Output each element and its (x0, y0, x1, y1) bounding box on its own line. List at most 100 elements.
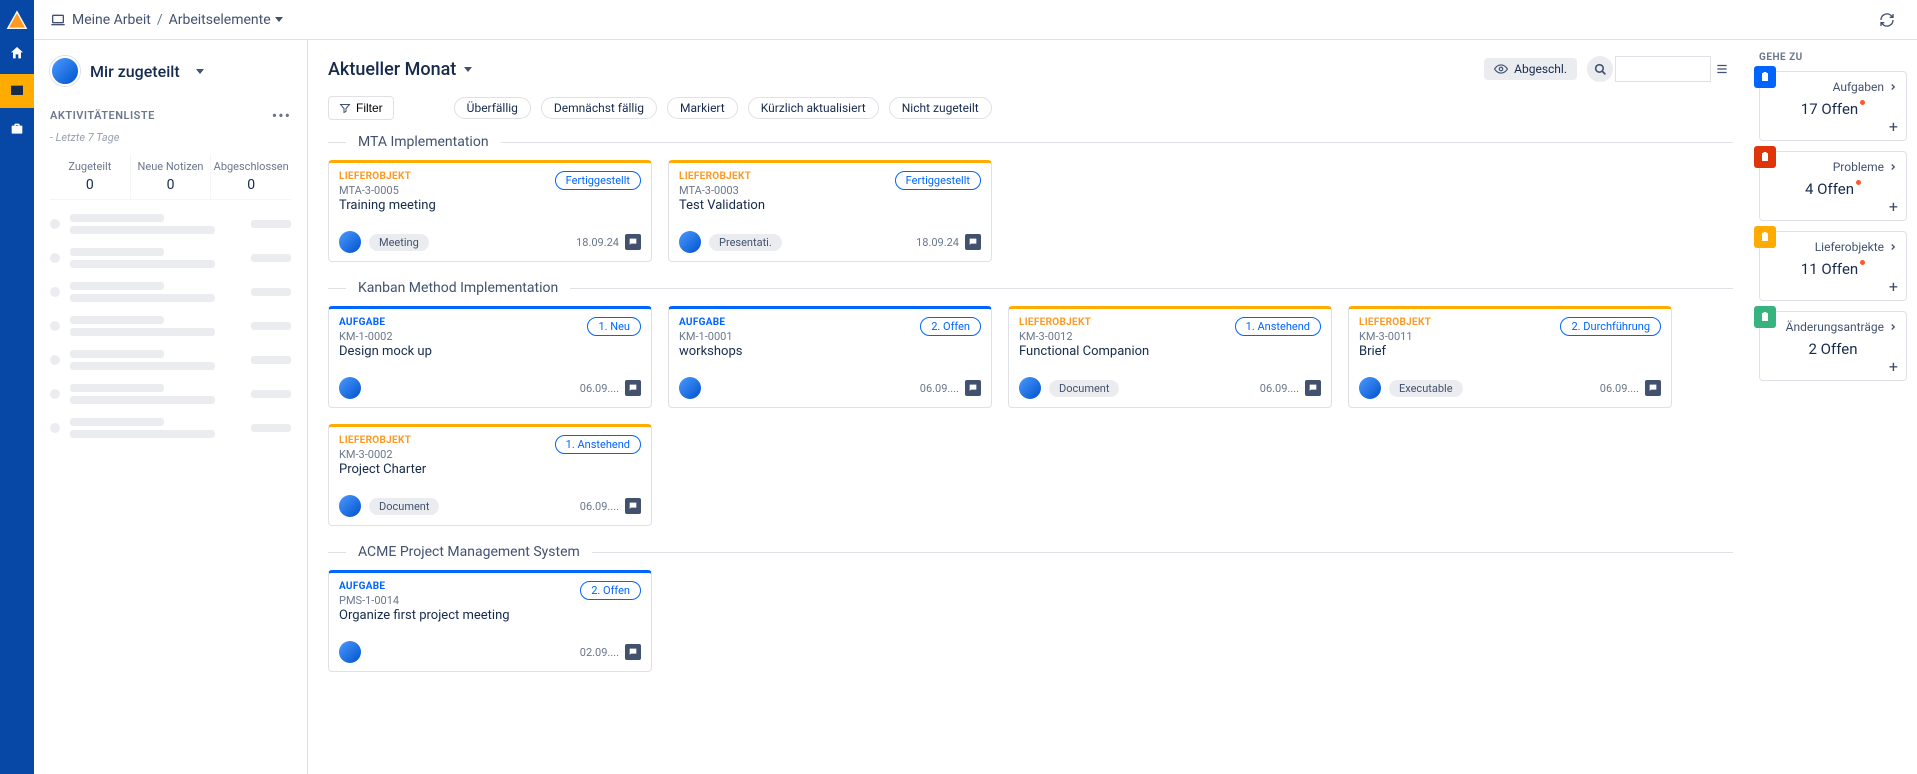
avatar[interactable] (679, 377, 701, 399)
work-item-card[interactable]: AUFGABE KM-1-0001 workshops 2. Offen 06.… (668, 306, 992, 408)
comment-icon[interactable] (625, 234, 641, 250)
breadcrumb-current[interactable]: Arbeitselemente (169, 12, 283, 28)
card-type: AUFGABE (679, 317, 742, 328)
add-button[interactable]: + (1768, 200, 1898, 214)
avatar[interactable] (50, 56, 80, 86)
comment-icon[interactable] (1645, 380, 1661, 396)
breadcrumb-current-label: Arbeitselemente (169, 12, 271, 28)
work-item-card[interactable]: AUFGABE KM-1-0002 Design mock up 1. Neu … (328, 306, 652, 408)
board: Aktueller Monat Abgeschl. (308, 40, 1753, 774)
status-badge: 1. Anstehend (555, 435, 641, 454)
clipboard-icon (1754, 306, 1776, 328)
card-id: MTA-3-0003 (679, 184, 765, 197)
rail-home[interactable] (0, 36, 34, 70)
section: ACME Project Management System AUFGABE P… (328, 544, 1733, 672)
chevron-down-icon[interactable] (196, 69, 204, 74)
refresh-button[interactable] (1873, 6, 1901, 34)
card-id: KM-3-0012 (1019, 330, 1149, 343)
stat-label: Abgeschlossen (211, 160, 291, 173)
avatar[interactable] (679, 231, 701, 253)
goto-name[interactable]: Änderungsanträge (1786, 320, 1898, 334)
more-icon[interactable]: ••• (272, 106, 291, 125)
avatar[interactable] (339, 495, 361, 517)
goto-name[interactable]: Lieferobjekte (1815, 240, 1898, 254)
work-item-card[interactable]: LIEFEROBJEKT MTA-3-0005 Training meeting… (328, 160, 652, 262)
goto-count: 2 Offen (1768, 340, 1898, 358)
add-button[interactable]: + (1768, 280, 1898, 294)
status-badge: 1. Neu (587, 317, 641, 336)
card-title: Brief (1359, 344, 1431, 359)
goto-name[interactable]: Aufgaben (1833, 80, 1898, 94)
card-type: AUFGABE (339, 581, 510, 592)
comment-icon[interactable] (965, 380, 981, 396)
card-date: 18.09.24 (576, 236, 619, 249)
card-title: Design mock up (339, 344, 432, 359)
comment-icon[interactable] (1305, 380, 1321, 396)
status-badge: 1. Anstehend (1235, 317, 1321, 336)
card-id: PMS-1-0014 (339, 594, 510, 607)
activity-skeleton (50, 214, 291, 438)
left-rail (0, 0, 34, 774)
work-item-card[interactable]: LIEFEROBJEKT KM-3-0012 Functional Compan… (1008, 306, 1332, 408)
work-item-card[interactable]: LIEFEROBJEKT KM-3-0002 Project Charter 1… (328, 424, 652, 526)
list-menu-icon[interactable] (1711, 56, 1733, 82)
comment-icon[interactable] (965, 234, 981, 250)
clipboard-icon (1754, 146, 1776, 168)
visibility-pill[interactable]: Abgeschl. (1484, 58, 1577, 80)
section: Kanban Method Implementation AUFGABE KM-… (328, 280, 1733, 526)
activity-stat: Abgeschlossen 0 (211, 154, 291, 199)
avatar[interactable] (339, 641, 361, 663)
work-item-card[interactable]: LIEFEROBJEKT MTA-3-0003 Test Validation … (668, 160, 992, 262)
breadcrumb: Meine Arbeit / Arbeitselemente (72, 12, 283, 28)
avatar[interactable] (339, 377, 361, 399)
board-title[interactable]: Aktueller Monat (328, 59, 472, 80)
card-date: 06.09.... (580, 382, 619, 395)
goto-name[interactable]: Probleme (1833, 160, 1898, 174)
goto-card[interactable]: Lieferobjekte 11 Offen + (1759, 231, 1907, 301)
goto-count: 17 Offen (1768, 100, 1898, 118)
avatar[interactable] (1019, 377, 1041, 399)
section: MTA Implementation LIEFEROBJEKT MTA-3-00… (328, 134, 1733, 262)
filter-chip[interactable]: Überfällig (454, 97, 531, 119)
add-button[interactable]: + (1768, 360, 1898, 374)
search-input[interactable] (1615, 56, 1711, 82)
section-title: ACME Project Management System (358, 544, 580, 560)
card-tag: Document (369, 498, 439, 515)
breadcrumb-root[interactable]: Meine Arbeit (72, 12, 151, 28)
filter-chip[interactable]: Markiert (667, 97, 738, 119)
rail-my-work[interactable] (0, 74, 34, 108)
filter-chip[interactable]: Demnächst fällig (541, 97, 657, 119)
work-item-card[interactable]: LIEFEROBJEKT KM-3-0011 Brief 2. Durchfüh… (1348, 306, 1672, 408)
card-date: 06.09.... (580, 500, 619, 513)
status-badge: 2. Offen (580, 581, 641, 600)
card-type: LIEFEROBJEKT (1359, 317, 1431, 328)
add-button[interactable]: + (1768, 120, 1898, 134)
card-tag: Document (1049, 380, 1119, 397)
filter-button-label: Filter (356, 101, 383, 115)
comment-icon[interactable] (625, 380, 641, 396)
stat-label: Neue Notizen (131, 160, 211, 173)
card-id: KM-3-0002 (339, 448, 426, 461)
board-title-label: Aktueller Monat (328, 59, 456, 80)
avatar[interactable] (1359, 377, 1381, 399)
laptop-icon (50, 12, 66, 28)
goto-card[interactable]: Änderungsanträge 2 Offen + (1759, 311, 1907, 381)
rail-briefcase[interactable] (0, 112, 34, 146)
comment-icon[interactable] (625, 644, 641, 660)
card-date: 18.09.24 (916, 236, 959, 249)
search-button[interactable] (1587, 56, 1613, 82)
goto-card[interactable]: Aufgaben 17 Offen + (1759, 71, 1907, 141)
card-type: LIEFEROBJEKT (1019, 317, 1149, 328)
section-title: MTA Implementation (358, 134, 489, 150)
activity-title[interactable]: Mir zugeteilt (90, 62, 180, 81)
comment-icon[interactable] (625, 498, 641, 514)
stat-value: 0 (211, 177, 291, 193)
work-item-card[interactable]: AUFGABE PMS-1-0014 Organize first projec… (328, 570, 652, 672)
filter-chip[interactable]: Nicht zugeteilt (889, 97, 992, 119)
goto-card[interactable]: Probleme 4 Offen + (1759, 151, 1907, 221)
card-tag: Presentati. (709, 234, 782, 251)
filter-chip[interactable]: Kürzlich aktualisiert (748, 97, 879, 119)
avatar[interactable] (339, 231, 361, 253)
chevron-down-icon (464, 67, 472, 72)
filter-button[interactable]: Filter (328, 96, 394, 120)
